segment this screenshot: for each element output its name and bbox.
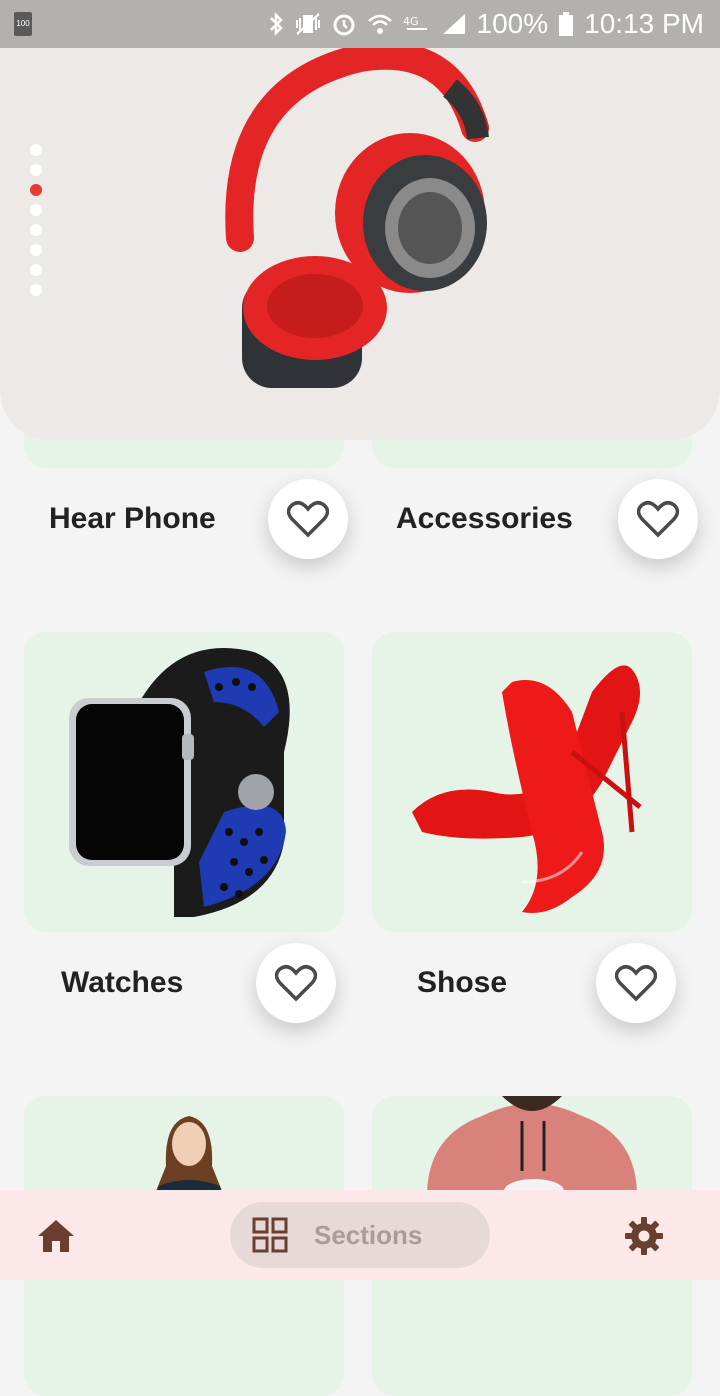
product-title: Accessories — [396, 502, 573, 535]
svg-text:4G: 4G — [403, 15, 419, 28]
carousel-dot[interactable] — [30, 144, 42, 156]
status-bar: 100 4G 100% 10:13 PM — [0, 0, 720, 48]
heart-icon — [615, 965, 657, 1002]
smartwatch-image — [69, 648, 290, 917]
heart-icon — [637, 501, 679, 538]
product-card-shose[interactable] — [372, 632, 692, 932]
hero-banner[interactable] — [0, 0, 720, 440]
favorite-button[interactable] — [268, 479, 348, 559]
carousel-dot[interactable] — [30, 164, 42, 176]
kid-clothing-image — [154, 1116, 224, 1196]
grid-icon — [252, 1217, 288, 1253]
status-icons: 4G 100% 10:13 PM — [267, 0, 704, 48]
signal-icon — [442, 14, 465, 34]
product-card-watches[interactable] — [24, 632, 344, 932]
clock-time: 10:13 PM — [584, 8, 704, 39]
favorite-button[interactable] — [596, 943, 676, 1023]
product-title: Watches — [61, 966, 184, 999]
product-title: Shose — [417, 966, 508, 999]
wifi-icon — [367, 14, 392, 34]
battery-icon — [559, 12, 574, 36]
red-heels-image — [412, 665, 642, 913]
heart-icon — [287, 501, 329, 538]
bluetooth-icon — [269, 11, 283, 37]
carousel-dot[interactable] — [30, 264, 42, 276]
carousel-dot[interactable] — [30, 224, 42, 236]
home-icon — [38, 1220, 74, 1252]
hoodie-image — [427, 1096, 637, 1203]
sections-label: Sections — [314, 1219, 423, 1250]
battery-percent: 100% — [476, 8, 549, 39]
carousel-dot-active[interactable] — [30, 184, 42, 196]
vibrate-icon — [295, 13, 320, 35]
sections-tab[interactable]: Sections — [230, 1202, 490, 1268]
bottom-navigation: Sections — [0, 1190, 720, 1280]
headphones-image — [225, 48, 489, 388]
settings-button[interactable] — [624, 1216, 664, 1256]
favorite-button[interactable] — [618, 479, 698, 559]
battery-saver-label: 100 — [16, 19, 30, 28]
battery-saver-icon: 100 — [14, 12, 32, 36]
heart-icon — [275, 965, 317, 1002]
gear-icon — [625, 1217, 663, 1255]
favorite-button[interactable] — [256, 943, 336, 1023]
carousel-dot[interactable] — [30, 204, 42, 216]
alarm-icon — [333, 14, 355, 36]
carousel-dot[interactable] — [30, 284, 42, 296]
carousel-indicator — [30, 144, 42, 304]
carousel-dot[interactable] — [30, 244, 42, 256]
network-4g-icon: 4G — [403, 15, 427, 30]
home-button[interactable] — [36, 1216, 76, 1256]
product-title: Hear Phone — [49, 502, 216, 535]
